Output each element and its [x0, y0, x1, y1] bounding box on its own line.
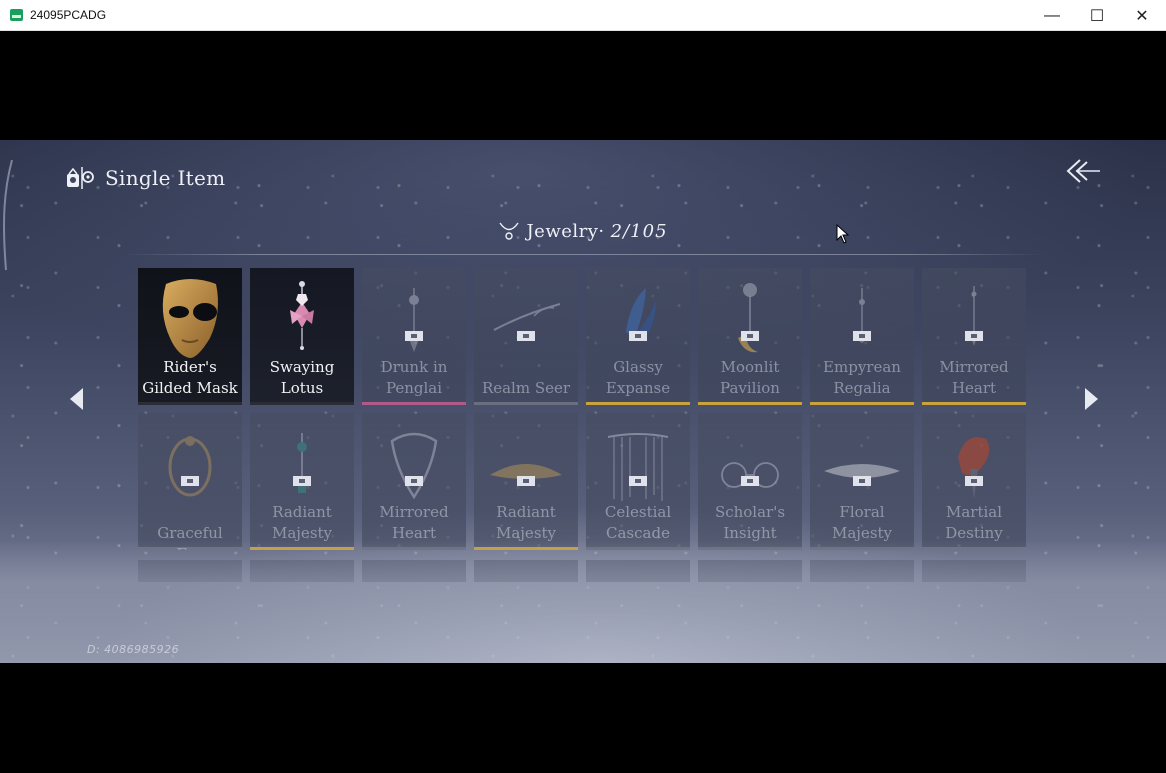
item-card-floral-majesty[interactable]: Floral Majesty — [810, 413, 914, 550]
lock-icon — [517, 476, 535, 486]
rarity-bar — [250, 402, 354, 405]
back-button[interactable] — [1062, 156, 1104, 186]
player-uid: D: 4086985926 — [87, 643, 180, 656]
item-card-empyrean-regalia[interactable]: Empyrean Regalia — [810, 268, 914, 405]
lock-icon — [293, 476, 311, 486]
item-card-riders-gilded-mask[interactable]: Rider's Gilded Mask — [138, 268, 242, 405]
item-card-moonlit-pavilion[interactable]: Moonlit Pavilion — [698, 268, 802, 405]
crown-ornament-icon — [490, 464, 562, 479]
lock-icon — [629, 331, 647, 341]
lock-icon — [405, 476, 423, 486]
minimize-button[interactable]: — — [1029, 0, 1075, 31]
branch-ornament-icon — [493, 303, 561, 331]
item-name: Radiant Majesty — [495, 503, 557, 542]
item-name: Empyrean Regalia — [823, 358, 901, 397]
outfit-icon — [67, 167, 94, 189]
pendant-icon — [857, 288, 867, 343]
item-name: Mirrored Heart — [939, 358, 1009, 397]
item-name: Realm Seer — [481, 379, 571, 397]
item-name: Glassy Expanse — [605, 358, 671, 397]
item-grid: Rider's Gilded Mask Swaying Lotus Drunk … — [138, 268, 1026, 550]
maximize-button[interactable]: ☐ — [1074, 0, 1120, 31]
lock-icon — [965, 331, 983, 341]
page-title: Single Item — [105, 166, 226, 190]
item-name: Scholar's Insight — [714, 503, 786, 542]
rarity-bar — [474, 402, 578, 405]
rarity-bar — [138, 402, 242, 405]
item-name: Mirrored Heart — [379, 503, 449, 542]
previous-page-arrow[interactable] — [70, 388, 83, 410]
close-button[interactable]: ✕ — [1119, 0, 1165, 31]
item-name: Moonlit Pavilion — [720, 358, 780, 397]
floral-hairpiece-icon — [824, 464, 900, 478]
item-card-mirrored-heart-2[interactable]: Mirrored Heart — [362, 413, 466, 550]
lock-icon — [517, 331, 535, 341]
lock-icon — [405, 331, 423, 341]
lock-icon — [629, 476, 647, 486]
flame-ornament-icon — [958, 437, 990, 499]
item-card-radiant-majesty-2[interactable]: Radiant Majesty — [474, 413, 578, 550]
item-card-drunk-in-penglai[interactable]: Drunk in Penglai — [362, 268, 466, 405]
pendant-icon — [970, 286, 978, 346]
jade-pendant-icon — [297, 433, 307, 493]
window-titlebar: 24095PCADG — ☐ ✕ — [0, 0, 1166, 31]
decorative-branch-icon — [3, 160, 13, 270]
item-card-celestial-cascade[interactable]: Celestial Cascade — [586, 413, 690, 550]
item-card-swaying-lotus[interactable]: Swaying Lotus — [250, 268, 354, 405]
rarity-bar — [586, 402, 690, 405]
item-name: Drunk in Penglai — [380, 358, 448, 397]
category-bar: Jewelry· 2/105 — [0, 218, 1166, 244]
item-name: Rider's Gilded Mask — [142, 358, 238, 397]
spectacles-icon — [721, 462, 779, 488]
item-card-graceful-fox[interactable]: Graceful Fox — [138, 413, 242, 550]
gilded-mask-icon — [162, 279, 218, 358]
necklace-icon — [499, 222, 520, 240]
rarity-bar — [362, 402, 466, 405]
item-name: Celestial Cascade — [604, 503, 672, 542]
lock-icon — [181, 476, 199, 486]
rarity-bar — [698, 402, 802, 405]
app-icon — [10, 9, 23, 21]
lotus-pendant-icon — [290, 281, 314, 350]
moon-pendant-icon — [738, 283, 758, 353]
rarity-bar — [810, 402, 914, 405]
lock-icon — [741, 331, 759, 341]
window-title: 24095PCADG — [30, 8, 107, 22]
next-page-arrow[interactable] — [1085, 388, 1098, 410]
item-name: Martial Destiny — [945, 503, 1003, 542]
fox-ornament-icon — [168, 436, 212, 497]
feather-ornament-icon — [626, 288, 656, 340]
lock-icon — [853, 476, 871, 486]
collection-count: 2/105 — [610, 220, 668, 242]
item-card-radiant-majesty[interactable]: Radiant Majesty — [250, 413, 354, 550]
item-card-glassy-expanse[interactable]: Glassy Expanse — [586, 268, 690, 405]
game-viewport: Single Item Jewelry· 2/105 Rider's Gilde… — [0, 140, 1166, 663]
lock-icon — [741, 476, 759, 486]
item-name: Floral Majesty — [831, 503, 893, 542]
item-card-martial-destiny[interactable]: Martial Destiny — [922, 413, 1026, 550]
category-label: Jewelry· — [526, 220, 605, 242]
dragon-ornament-icon — [390, 432, 438, 500]
item-card-realm-seer[interactable]: Realm Seer — [474, 268, 578, 405]
mouse-cursor-icon — [836, 224, 850, 244]
pendant-icon — [408, 288, 420, 352]
item-card-mirrored-heart[interactable]: Mirrored Heart — [922, 268, 1026, 405]
divider — [122, 254, 1044, 255]
lock-icon — [965, 476, 983, 486]
item-name: Swaying Lotus — [269, 358, 335, 397]
item-name: Radiant Majesty — [271, 503, 333, 542]
tassel-ornament-icon — [607, 433, 669, 501]
item-card-scholars-insight[interactable]: Scholar's Insight — [698, 413, 802, 550]
rarity-bar — [922, 402, 1026, 405]
lock-icon — [853, 331, 871, 341]
